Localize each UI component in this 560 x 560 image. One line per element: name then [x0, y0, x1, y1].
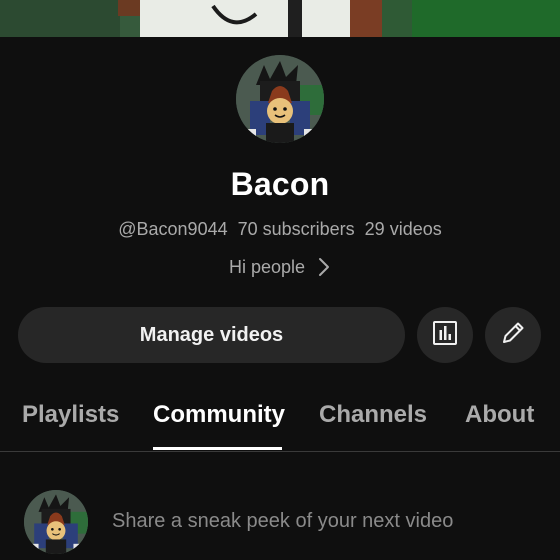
manage-videos-button[interactable]: Manage videos [18, 307, 405, 363]
tab-community[interactable]: Community [153, 401, 285, 429]
tab-about[interactable]: About [465, 401, 534, 429]
create-post-prompt[interactable]: Share a sneak peek of your next video [112, 510, 453, 533]
channel-handle: @Bacon9044 [118, 219, 228, 239]
bar-chart-icon [431, 319, 459, 352]
edit-channel-button[interactable] [485, 307, 541, 363]
video-count: 29 videos [364, 219, 442, 239]
channel-banner [0, 0, 560, 37]
channel-avatar[interactable] [236, 55, 324, 143]
channel-description-link[interactable]: Hi people [0, 256, 560, 278]
user-avatar [24, 490, 88, 554]
tab-channels[interactable]: Channels [319, 401, 427, 429]
channel-meta: @Bacon9044 70 subscribers 29 videos [0, 219, 560, 240]
active-tab-indicator [153, 447, 282, 450]
channel-name: Bacon [230, 166, 330, 202]
chevron-right-icon [317, 256, 331, 278]
channel-description: Hi people [228, 256, 306, 277]
subscriber-count: 70 subscribers [237, 219, 355, 239]
create-post-row[interactable]: Share a sneak peek of your next video [0, 488, 560, 560]
tab-playlists[interactable]: Playlists [22, 401, 119, 429]
analytics-button[interactable] [417, 307, 473, 363]
pencil-icon [499, 319, 527, 352]
tabs-divider [0, 451, 560, 452]
channel-tabs: Playlists Community Channels About [0, 389, 560, 453]
